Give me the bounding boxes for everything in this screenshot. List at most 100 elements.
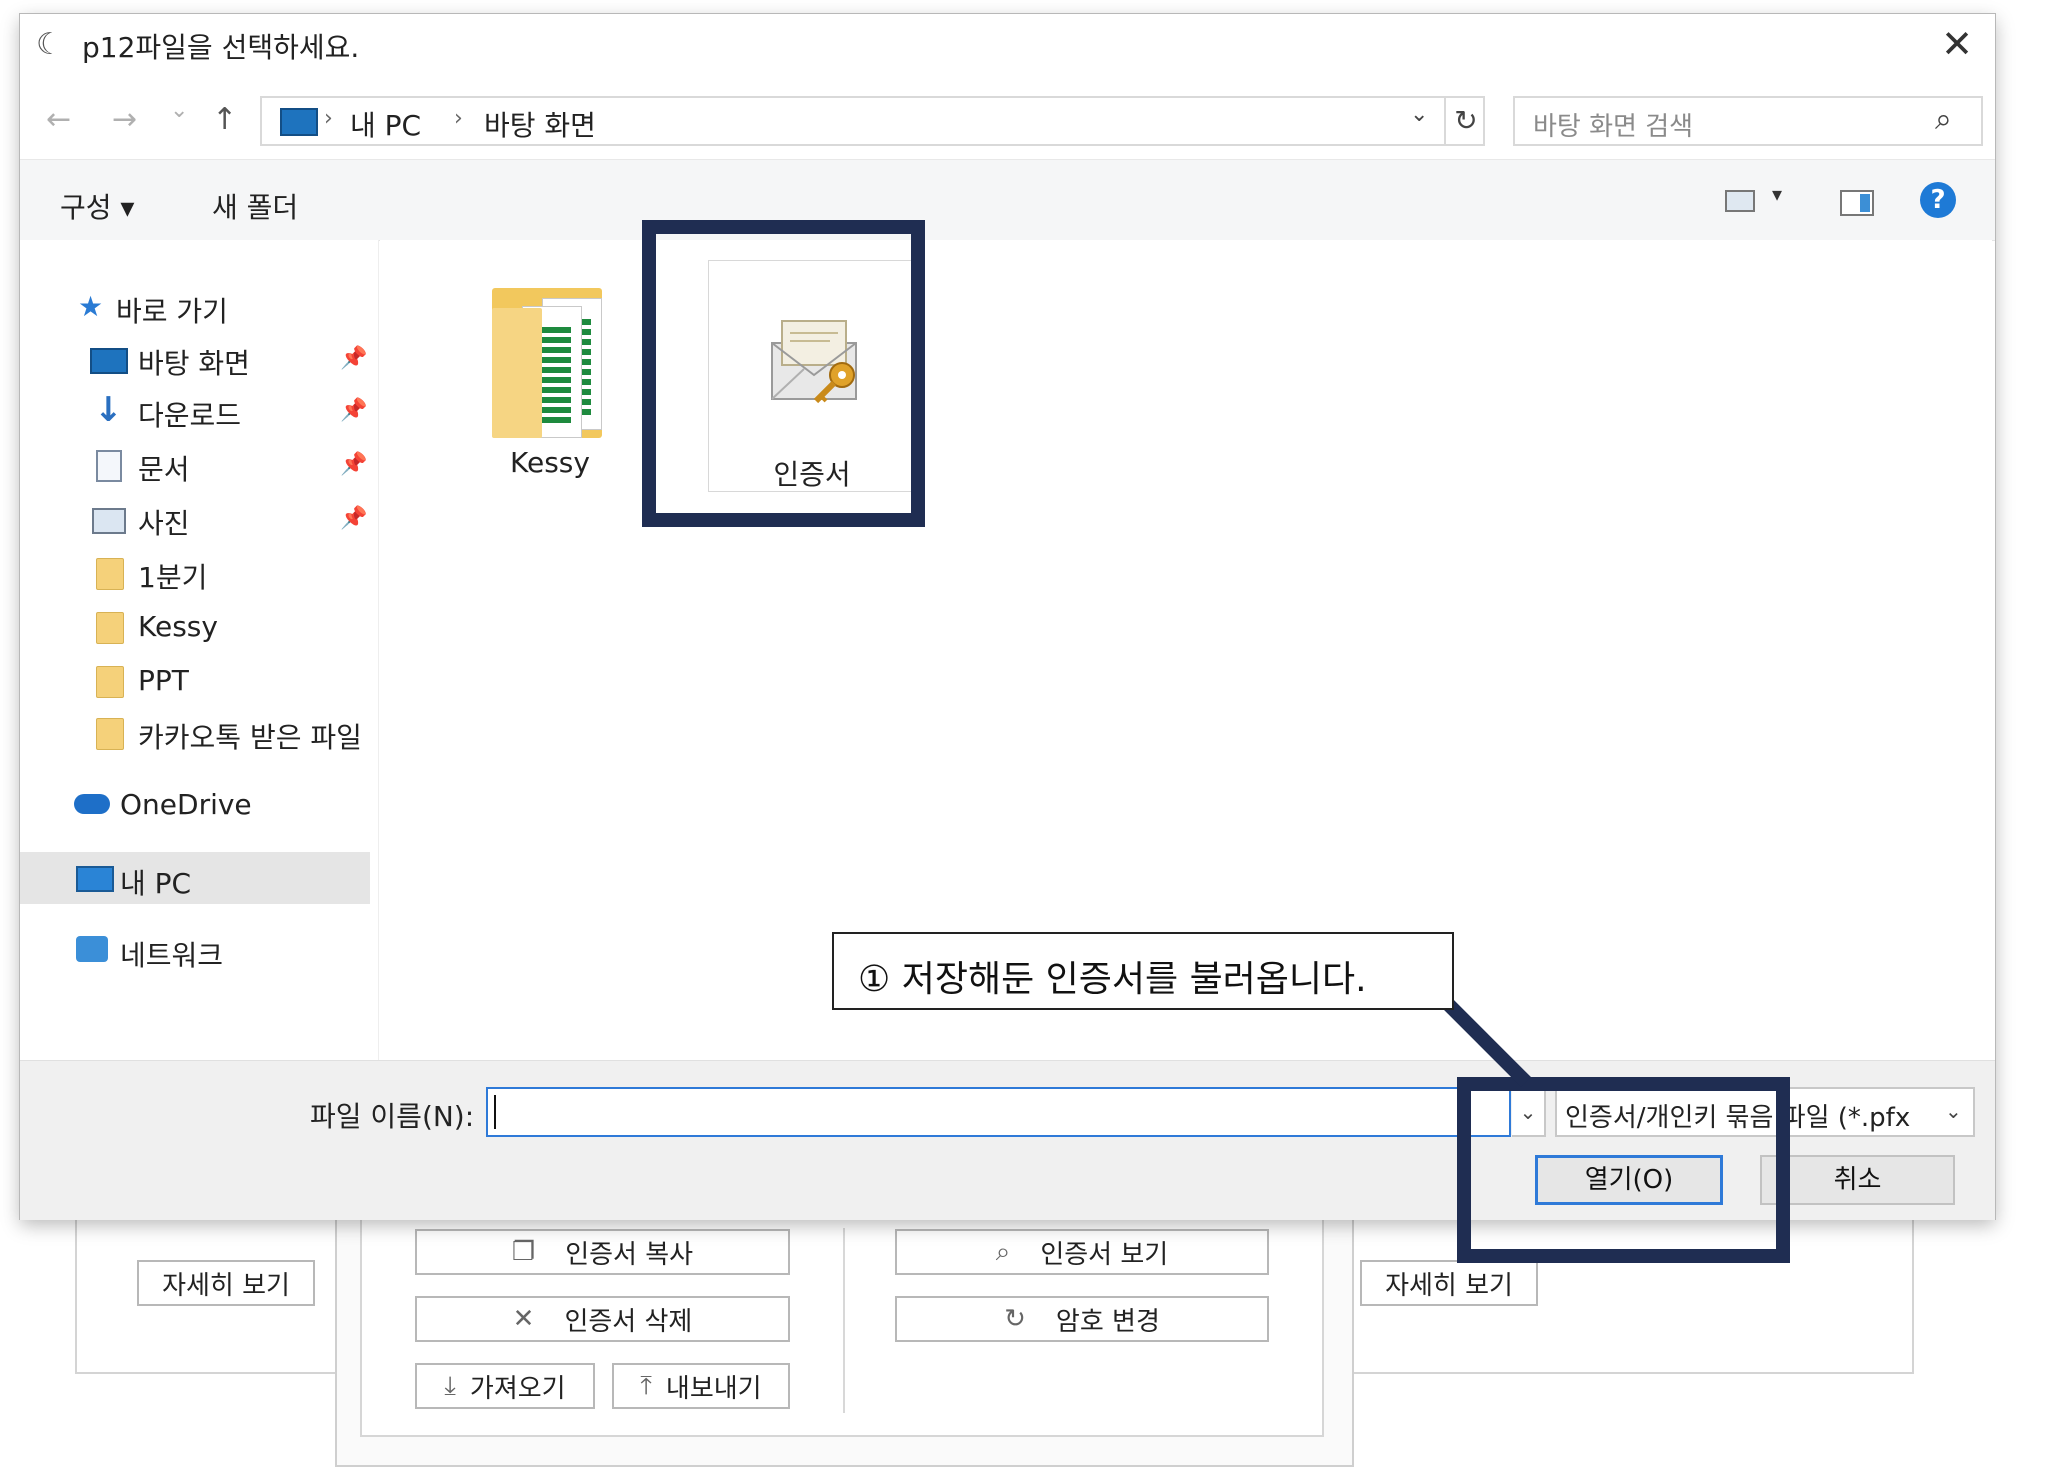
navigation-pane: ★ 바로 가기 바탕 화면 📌 ↓ 다운로드 📌 문서 📌 사진 📌 1분기 K… <box>20 240 379 1060</box>
star-icon: ★ <box>78 290 104 323</box>
forward-button[interactable]: → <box>112 102 137 137</box>
file-item-kessy-folder[interactable]: Kessy <box>460 280 640 480</box>
sidebar-item-network[interactable]: 네트워크 <box>20 924 370 976</box>
sidebar-item-label: 네트워크 <box>120 939 224 972</box>
view-cert-label: 인증서 보기 <box>1040 1239 1169 1270</box>
callout-text: ① 저장해둔 인증서를 불러옵니다. <box>858 959 1367 1000</box>
close-button[interactable]: ✕ <box>1935 22 1979 66</box>
sidebar-item-mypc[interactable]: 내 PC <box>20 852 370 904</box>
sidebar-item-desktop[interactable]: 바탕 화면 📌 <box>20 332 370 384</box>
recent-locations-button[interactable]: ⌄ <box>170 98 188 123</box>
view-options-caret[interactable]: ▾ <box>1772 182 1782 206</box>
sidebar-item-ppt[interactable]: PPT <box>20 654 370 706</box>
document-icon <box>96 450 122 482</box>
computer-icon <box>280 108 318 136</box>
search-box[interactable]: 바탕 화면 검색 ⌕ <box>1513 96 1983 146</box>
detail-view-label: 자세히 보기 <box>162 1270 290 1301</box>
sidebar-item-label: PPT <box>138 664 189 697</box>
sidebar-item-label: 바로 가기 <box>116 295 228 328</box>
sidebar-item-pictures[interactable]: 사진 📌 <box>20 492 370 544</box>
up-button[interactable]: ↑ <box>212 102 237 137</box>
sidebar-item-onedrive[interactable]: OneDrive <box>20 778 370 830</box>
chevron-down-icon: ⌄ <box>1945 1099 1962 1123</box>
command-toolbar: 구성 ▾ 새 폴더 ▾ ? <box>20 159 1995 241</box>
sidebar-item-label: Kessy <box>138 610 218 643</box>
filename-input[interactable] <box>486 1087 1511 1137</box>
delete-cert-button[interactable]: ✕ 인증서 삭제 <box>415 1296 790 1342</box>
delete-cert-label: 인증서 삭제 <box>564 1306 693 1337</box>
cloud-icon <box>74 794 110 814</box>
folder-icon <box>96 558 124 590</box>
change-password-label: 암호 변경 <box>1055 1306 1160 1337</box>
file-open-dialog: ☾ p12파일을 선택하세요. ✕ ← → ⌄ ↑ › 내 PC › 바탕 화면… <box>20 14 1995 1220</box>
view-cert-button[interactable]: ⌕ 인증서 보기 <box>895 1229 1269 1275</box>
import-button[interactable]: ⤓ 가져오기 <box>415 1363 595 1409</box>
detail-view-label: 자세히 보기 <box>1385 1270 1513 1301</box>
folder-icon <box>492 288 604 438</box>
help-icon[interactable]: ? <box>1920 182 1956 218</box>
filename-label: 파일 이름(N): <box>310 1100 475 1133</box>
copy-icon: ❐ <box>511 1237 536 1267</box>
sidebar-item-label: 카카오톡 받은 파일 <box>138 721 362 754</box>
new-folder-button[interactable]: 새 폴더 <box>212 186 298 226</box>
open-button-highlight-box <box>1457 1077 1790 1263</box>
dialog-titlebar[interactable]: ☾ p12파일을 선택하세요. ✕ <box>20 14 1995 74</box>
refresh-button[interactable]: ↻ <box>1444 98 1486 144</box>
sidebar-item-label: 바탕 화면 <box>138 347 250 380</box>
export-button[interactable]: ⤒ 내보내기 <box>612 1363 790 1409</box>
network-icon <box>76 936 108 962</box>
sidebar-item-documents[interactable]: 문서 📌 <box>20 438 370 490</box>
export-icon: ⤒ <box>640 1370 652 1401</box>
app-logo-icon: ☾ <box>36 27 63 62</box>
sidebar-item-label: 문서 <box>138 453 190 486</box>
desktop-icon <box>90 348 128 374</box>
search-placeholder: 바탕 화면 검색 <box>1533 112 1694 142</box>
back-button[interactable]: ← <box>46 102 71 137</box>
delete-icon: ✕ <box>512 1304 535 1334</box>
instruction-callout: ① 저장해둔 인증서를 불러옵니다. <box>832 932 1454 1010</box>
sidebar-item-label: OneDrive <box>120 788 252 821</box>
address-bar[interactable]: › 내 PC › 바탕 화면 ⌄ ↻ <box>260 96 1485 146</box>
detail-view-button-right[interactable]: 자세히 보기 <box>1360 1260 1538 1306</box>
folder-icon <box>96 666 124 698</box>
dialog-title: p12파일을 선택하세요. <box>82 31 360 64</box>
pin-icon[interactable]: 📌 <box>340 452 367 477</box>
sidebar-item-q1[interactable]: 1분기 <box>20 546 370 598</box>
organize-menu-button[interactable]: 구성 ▾ <box>60 186 134 226</box>
sidebar-item-kessy[interactable]: Kessy <box>20 600 370 652</box>
copy-cert-button[interactable]: ❐ 인증서 복사 <box>415 1229 790 1275</box>
sidebar-item-kakaotalk[interactable]: 카카오톡 받은 파일 <box>20 706 370 758</box>
copy-cert-label: 인증서 복사 <box>565 1239 694 1270</box>
callout-pointer <box>1443 1000 1531 1087</box>
pin-icon[interactable]: 📌 <box>340 346 367 371</box>
breadcrumb-separator: › <box>324 106 333 131</box>
address-dropdown-button[interactable]: ⌄ <box>1410 102 1428 127</box>
file-name: Kessy <box>510 446 590 479</box>
breadcrumb-separator: › <box>454 106 463 131</box>
sidebar-item-label: 1분기 <box>138 561 208 594</box>
download-icon: ↓ <box>94 390 123 430</box>
search-icon[interactable]: ⌕ <box>1935 102 1952 137</box>
change-password-button[interactable]: ↻ 암호 변경 <box>895 1296 1269 1342</box>
breadcrumb-desktop[interactable]: 바탕 화면 <box>484 104 596 144</box>
breadcrumb-mypc[interactable]: 내 PC <box>350 104 421 144</box>
text-caret <box>494 1095 496 1129</box>
change-view-icon[interactable] <box>1725 190 1755 212</box>
sidebar-item-label: 다운로드 <box>138 399 242 432</box>
detail-view-button-left[interactable]: 자세히 보기 <box>137 1260 315 1306</box>
pin-icon[interactable]: 📌 <box>340 398 367 423</box>
sidebar-item-quick-access[interactable]: ★ 바로 가기 <box>20 280 370 332</box>
sidebar-item-label: 내 PC <box>120 867 192 900</box>
import-label: 가져오기 <box>469 1373 566 1404</box>
sidebar-item-downloads[interactable]: ↓ 다운로드 📌 <box>20 384 370 436</box>
export-label: 내보내기 <box>665 1373 762 1404</box>
pictures-icon <box>92 508 126 534</box>
pin-icon[interactable]: 📌 <box>340 506 367 531</box>
preview-pane-icon[interactable] <box>1840 190 1874 216</box>
folder-icon <box>96 612 124 644</box>
computer-icon <box>76 866 114 892</box>
import-icon: ⤓ <box>444 1370 456 1401</box>
certificate-highlight-box <box>642 220 925 527</box>
background-divider <box>843 1228 845 1413</box>
magnifier-icon: ⌕ <box>995 1236 1011 1267</box>
